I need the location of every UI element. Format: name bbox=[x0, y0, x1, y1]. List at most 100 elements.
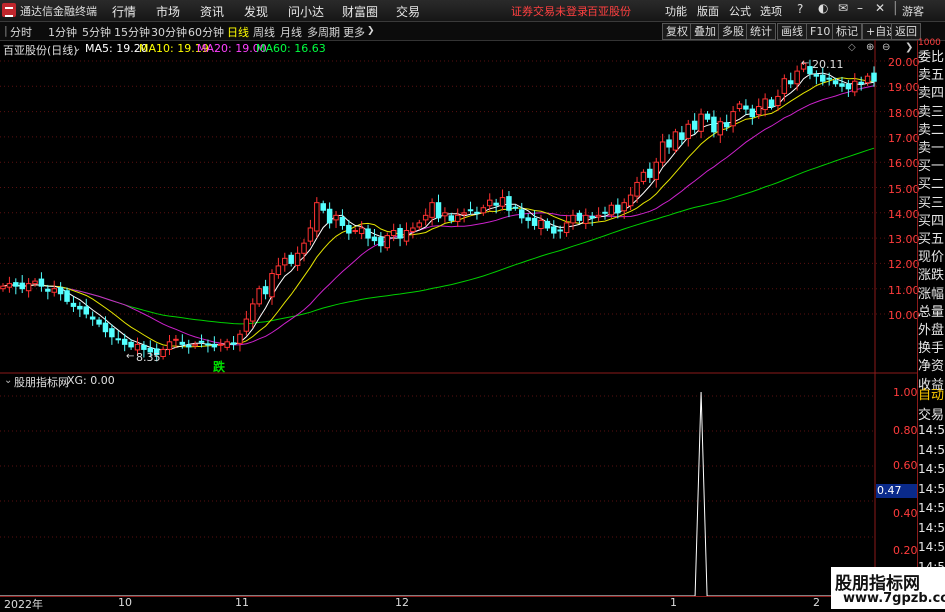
user-label[interactable]: 游客 bbox=[902, 3, 924, 19]
period-more[interactable]: 更多 bbox=[343, 24, 365, 40]
candle-body bbox=[25, 283, 32, 292]
candle-body bbox=[563, 222, 570, 234]
date-label-5: 2 bbox=[813, 596, 820, 609]
candle-body bbox=[768, 99, 775, 108]
trade-tick-time: 14:56 bbox=[918, 423, 945, 437]
menu-jiaoyi[interactable]: 交易 bbox=[396, 3, 420, 20]
candle-body bbox=[864, 75, 871, 84]
menu-banmian[interactable]: 版面 bbox=[697, 3, 719, 19]
candle-body bbox=[77, 305, 83, 310]
candle-body bbox=[538, 219, 544, 229]
candle-body bbox=[519, 209, 525, 219]
candle-body bbox=[102, 322, 109, 333]
help-icon[interactable]: ? bbox=[797, 2, 803, 16]
period-5min[interactable]: 5分钟 bbox=[82, 24, 111, 40]
period-15min[interactable]: 15分钟 bbox=[114, 24, 150, 40]
menu-hangqing[interactable]: 行情 bbox=[112, 3, 136, 20]
btn-huaxian[interactable]: 画线 bbox=[777, 23, 807, 40]
btn-biaoji[interactable]: 标记 bbox=[832, 23, 862, 40]
indicator-current-value: 0.47 bbox=[876, 484, 917, 498]
candle-body bbox=[832, 80, 839, 85]
candle-body bbox=[115, 338, 122, 341]
period-monthly[interactable]: 月线 bbox=[280, 24, 302, 40]
candle-body bbox=[602, 211, 608, 214]
order-book-row-label: 卖三 bbox=[918, 104, 945, 120]
candle-body bbox=[224, 341, 230, 348]
trade-tick-time: 14:56 bbox=[918, 481, 945, 496]
candle-body bbox=[461, 212, 467, 215]
order-book-row-label: 总量 bbox=[918, 304, 945, 320]
candle-body bbox=[717, 121, 724, 136]
menu-xuanxiang[interactable]: 选项 bbox=[760, 3, 782, 19]
period-weekly[interactable]: 周线 bbox=[253, 24, 275, 40]
btn-duogu[interactable]: 多股 bbox=[718, 23, 748, 40]
candle-body bbox=[794, 70, 800, 85]
menu-caifuquan[interactable]: 财富圈 bbox=[342, 3, 378, 20]
close-icon[interactable]: ✕ bbox=[875, 1, 885, 15]
period-60min[interactable]: 60分钟 bbox=[188, 24, 224, 40]
divider-icon: | bbox=[893, 0, 898, 16]
candle-body bbox=[403, 230, 410, 242]
candle-body bbox=[339, 216, 346, 226]
menu-zixun[interactable]: 资讯 bbox=[200, 3, 224, 20]
candle-body bbox=[288, 254, 294, 264]
candle-body bbox=[121, 338, 128, 345]
btn-fanhui[interactable]: 返回 bbox=[891, 23, 921, 40]
trade-mode-label[interactable]: 自动 bbox=[918, 384, 945, 403]
btn-fuquan[interactable]: 复权 bbox=[662, 23, 692, 40]
date-label-3: 12 bbox=[395, 596, 409, 609]
order-book-row-label: 卖一 bbox=[918, 141, 945, 156]
menu-faxian[interactable]: 发现 bbox=[244, 3, 268, 20]
candle-body bbox=[128, 341, 134, 348]
period-bar: | 分时 1分钟 5分钟 15分钟 30分钟 60分钟 日线 周线 月线 多周期… bbox=[0, 22, 945, 41]
candle-body bbox=[781, 78, 788, 94]
signal-label: 跌 bbox=[213, 360, 226, 374]
btn-diejia[interactable]: 叠加 bbox=[690, 23, 720, 40]
candle-body bbox=[435, 202, 442, 219]
menu-wenxiaoda[interactable]: 问小达 bbox=[288, 3, 324, 20]
order-book-row-label: 涨跌 bbox=[918, 268, 945, 284]
candle-body bbox=[730, 111, 736, 127]
candle-body bbox=[448, 215, 455, 221]
login-notice[interactable]: 证券交易未登录 bbox=[511, 3, 588, 19]
btn-tongji[interactable]: 统计 bbox=[746, 23, 776, 40]
menu-gongneng[interactable]: 功能 bbox=[665, 3, 687, 19]
mail-icon[interactable]: ✉ bbox=[838, 1, 848, 15]
skin-icon[interactable]: ◐ bbox=[818, 1, 828, 15]
period-30min[interactable]: 30分钟 bbox=[151, 24, 187, 40]
candle-body bbox=[89, 316, 96, 320]
candle-body bbox=[762, 98, 768, 111]
btn-f10[interactable]: F10 bbox=[806, 23, 835, 40]
order-book-row-label: 买一 bbox=[918, 159, 945, 175]
candle-body bbox=[179, 341, 186, 345]
candle-body bbox=[378, 237, 384, 247]
minimize-icon[interactable]: – bbox=[857, 1, 863, 15]
candle-body bbox=[51, 288, 57, 293]
candle-body bbox=[826, 77, 832, 80]
period-fenshi[interactable]: 分时 bbox=[10, 24, 32, 40]
candle-body bbox=[57, 287, 64, 295]
chevron-right-icon[interactable]: ❯ bbox=[367, 26, 375, 36]
candle-body bbox=[615, 204, 621, 214]
period-daily[interactable]: 日线 bbox=[227, 24, 249, 40]
candle-body bbox=[525, 217, 531, 221]
watermark: 股朋指标网 www.7gpzb.com bbox=[831, 567, 945, 609]
candle-body bbox=[749, 108, 756, 118]
candle-body bbox=[685, 123, 692, 139]
date-axis-line bbox=[0, 596, 917, 597]
date-label-4: 1 bbox=[670, 596, 677, 609]
period-multi[interactable]: 多周期 bbox=[307, 24, 340, 40]
candle-body bbox=[499, 197, 506, 207]
candle-body bbox=[307, 227, 314, 242]
menu-gongshi[interactable]: 公式 bbox=[729, 3, 751, 19]
period-1min[interactable]: 1分钟 bbox=[48, 24, 77, 40]
watermark-line2: www.7gpzb.com bbox=[843, 591, 945, 606]
indicator-title: 股朋指标网 bbox=[14, 376, 69, 389]
candle-body bbox=[352, 230, 358, 233]
candle-body bbox=[653, 161, 659, 180]
chart-area[interactable] bbox=[0, 40, 945, 609]
indicator-dropdown-icon[interactable]: ⌄ bbox=[4, 375, 12, 386]
candle-body bbox=[141, 344, 147, 350]
candle-body bbox=[19, 282, 25, 290]
menu-shichang[interactable]: 市场 bbox=[156, 3, 180, 20]
